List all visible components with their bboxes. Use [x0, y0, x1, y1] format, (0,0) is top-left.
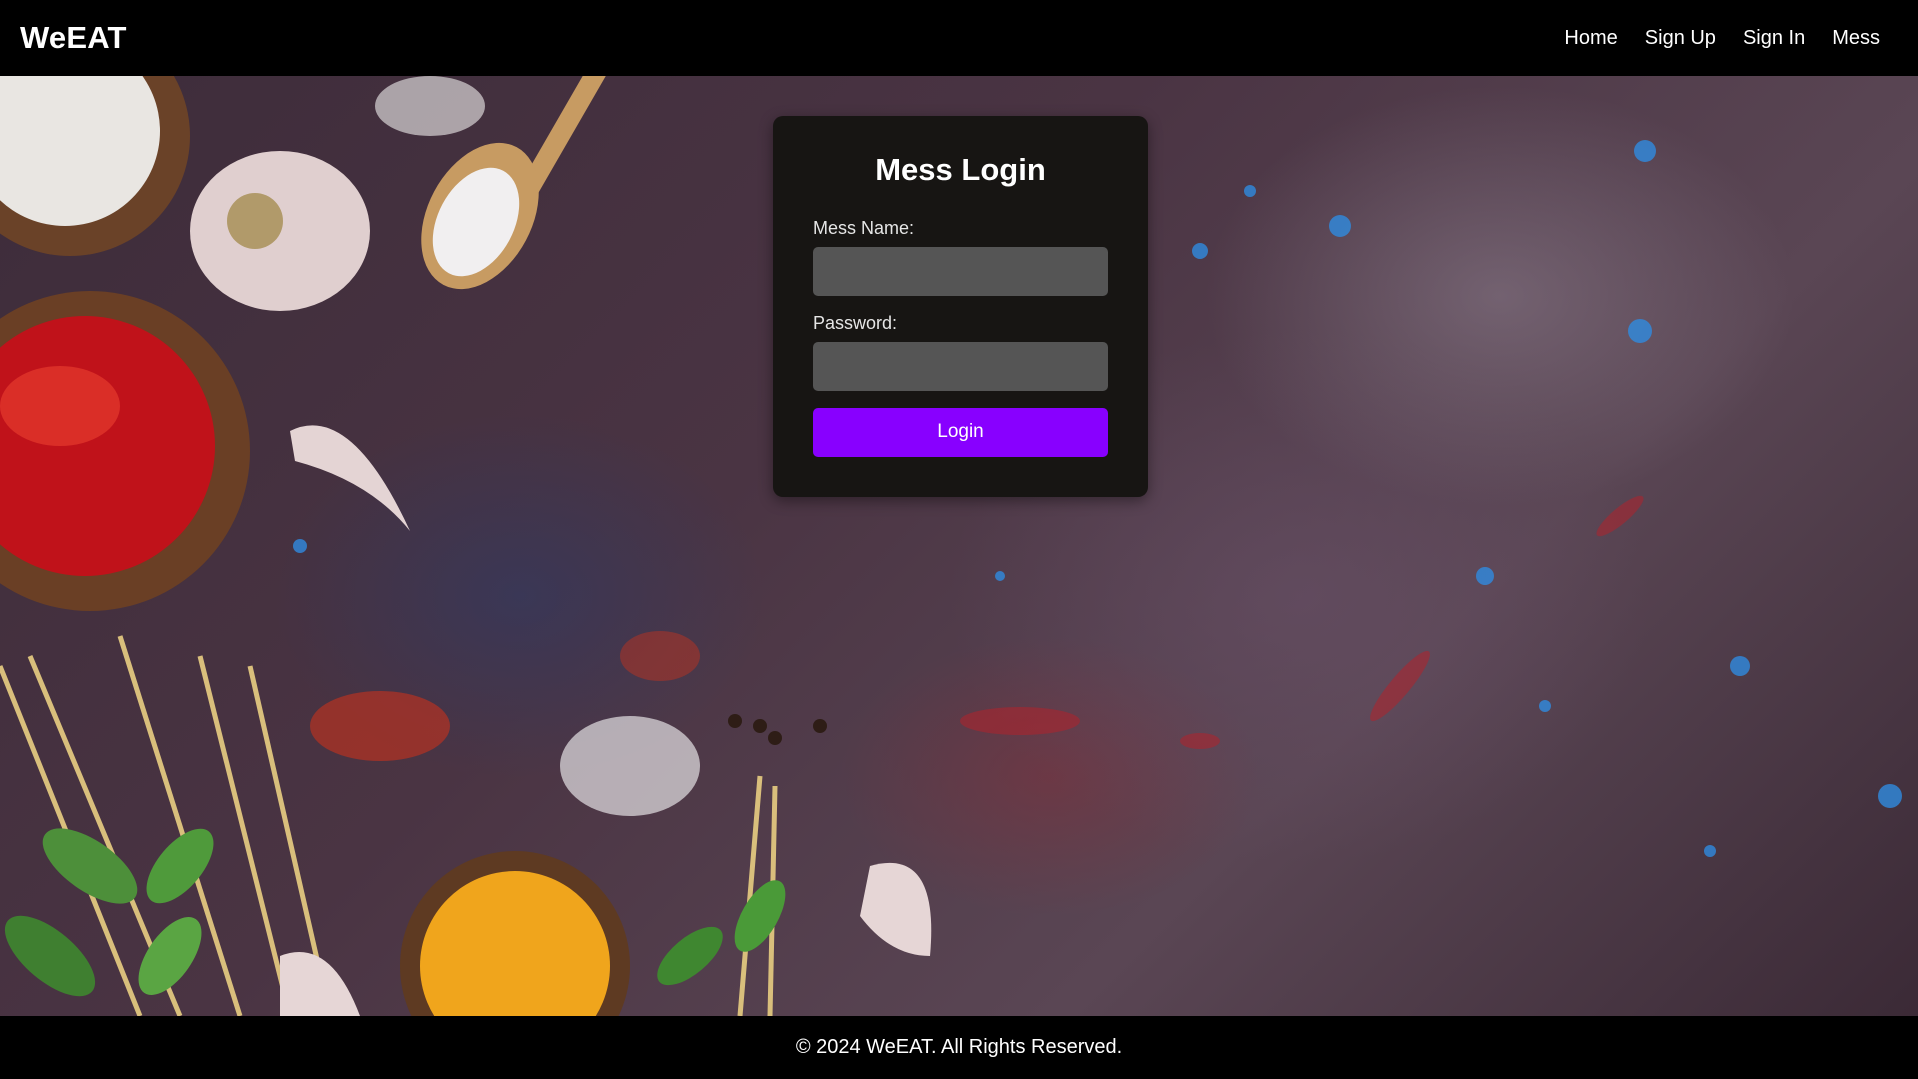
mess-name-input[interactable]	[813, 246, 1108, 296]
login-button[interactable]: Login	[813, 407, 1108, 457]
mess-login-card: Mess Login Mess Name: Password: Login	[773, 116, 1148, 497]
password-input[interactable]	[813, 341, 1108, 391]
copyright-text: © 2024 WeEAT. All Rights Reserved.	[795, 1036, 1123, 1058]
top-navbar: WeEAT Home Sign Up Sign In Mess	[0, 0, 1918, 76]
nav-link-sign-in[interactable]: Sign In	[1743, 27, 1805, 50]
nav-link-home[interactable]: Home	[1564, 27, 1617, 50]
nav-links: Home Sign Up Sign In Mess	[1564, 27, 1898, 50]
brand-logo[interactable]: WeEAT	[20, 20, 127, 56]
nav-link-mess[interactable]: Mess	[1832, 27, 1880, 50]
nav-link-sign-up[interactable]: Sign Up	[1645, 27, 1716, 50]
mess-name-label: Mess Name:	[813, 217, 915, 238]
page-footer: © 2024 WeEAT. All Rights Reserved.	[0, 1016, 1918, 1079]
password-label: Password:	[813, 312, 898, 333]
hero-background: Mess Login Mess Name: Password: Login	[0, 76, 1918, 1016]
login-title: Mess Login	[875, 152, 1046, 187]
